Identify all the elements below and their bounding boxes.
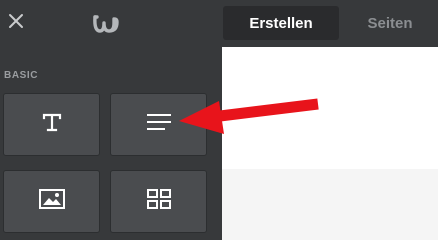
close-icon: [8, 13, 24, 34]
tab-seiten[interactable]: Seiten: [345, 6, 435, 40]
image-icon: [38, 188, 66, 215]
element-tile-gallery[interactable]: [110, 170, 207, 233]
element-tile-text[interactable]: [3, 93, 100, 156]
section-label-basic: BASIC: [4, 70, 39, 81]
weebly-logo-icon: [89, 9, 123, 39]
elements-sidebar: BASIC: [0, 47, 222, 240]
close-button[interactable]: [3, 10, 29, 36]
element-tile-paragraph[interactable]: [110, 93, 207, 156]
text-icon: [41, 111, 63, 138]
editor-window: Erstellen Seiten BASIC: [0, 0, 438, 240]
top-toolbar: Erstellen Seiten: [0, 0, 438, 47]
tab-seiten-label: Seiten: [367, 14, 413, 32]
element-tile-image[interactable]: [3, 170, 100, 233]
gallery-grid-icon: [146, 188, 172, 215]
tab-erstellen[interactable]: Erstellen: [223, 6, 339, 40]
page-canvas[interactable]: [222, 47, 438, 169]
paragraph-lines-icon: [145, 112, 173, 137]
page-canvas-footer-area[interactable]: [222, 169, 438, 240]
tab-erstellen-label: Erstellen: [249, 14, 313, 32]
